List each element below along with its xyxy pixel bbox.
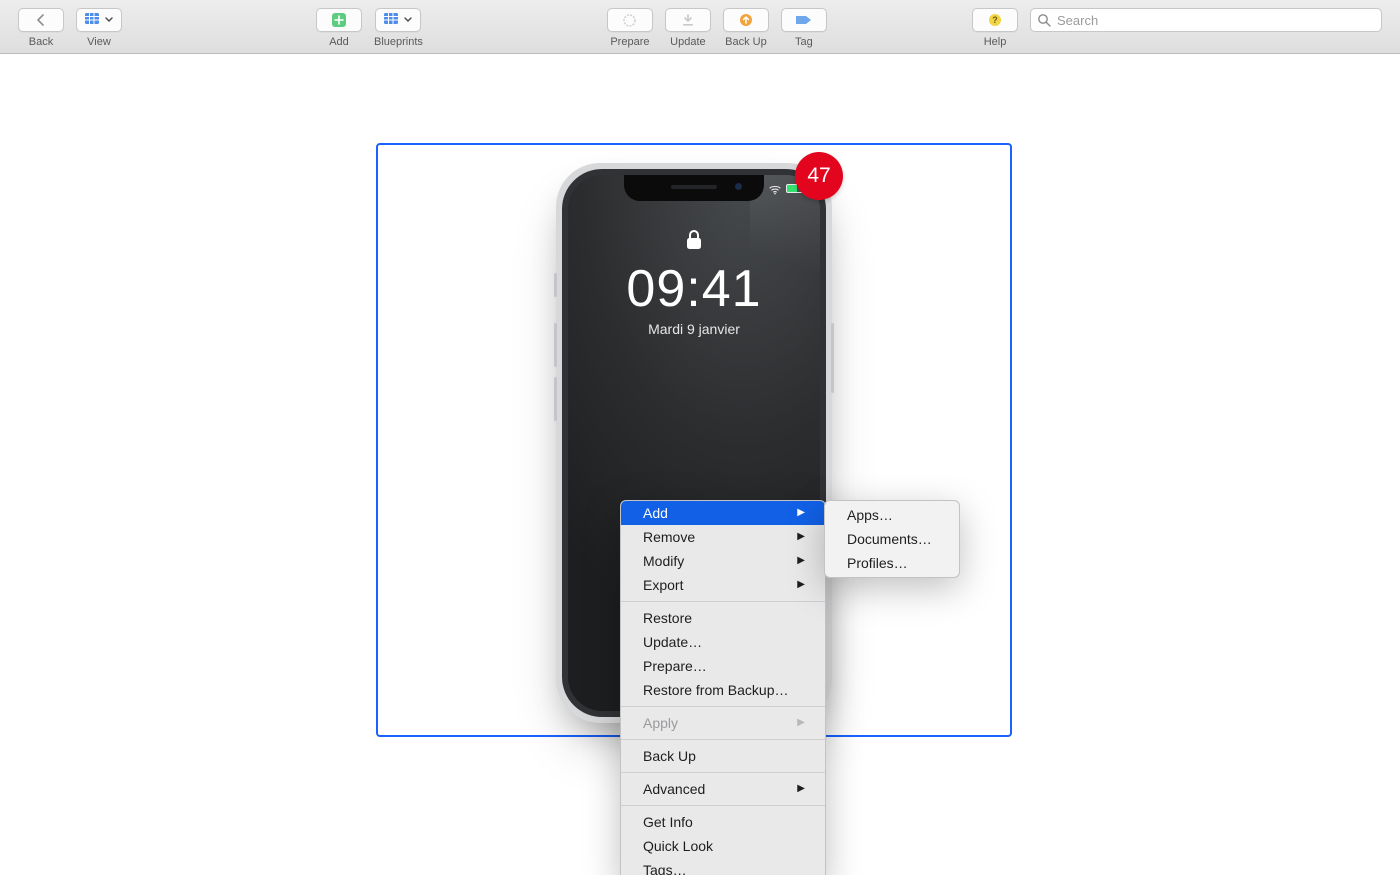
wifi-icon — [769, 183, 781, 193]
menu-item-label: Restore from Backup… — [643, 681, 789, 699]
tag-button[interactable] — [781, 8, 827, 32]
toolbar-view-group: View — [76, 8, 122, 48]
submenu-item-documents[interactable]: Documents… — [825, 527, 959, 551]
toolbar-add-group: Add — [316, 8, 362, 48]
menu-item-restore[interactable]: Restore — [621, 606, 825, 630]
menu-item-label: Advanced — [643, 780, 705, 798]
submenu-item-apps[interactable]: Apps… — [825, 503, 959, 527]
menu-separator — [621, 706, 825, 707]
menu-separator — [621, 739, 825, 740]
menu-item-label: Modify — [643, 552, 684, 570]
toolbar-prepare-group: Prepare — [607, 8, 653, 48]
menu-separator — [621, 805, 825, 806]
back-label: Back — [29, 36, 53, 48]
blueprint-icon — [384, 13, 400, 27]
device-badge: 47 — [795, 152, 843, 200]
backup-label: Back Up — [725, 36, 767, 48]
help-icon: ? — [988, 13, 1002, 27]
submenu-arrow-icon: ▶ — [797, 552, 805, 570]
search-icon — [1037, 13, 1051, 27]
tag-icon — [795, 14, 813, 26]
update-button[interactable] — [665, 8, 711, 32]
back-button[interactable] — [18, 8, 64, 32]
menu-item-quick-look[interactable]: Quick Look — [621, 834, 825, 858]
toolbar-search-group — [1030, 8, 1382, 32]
context-submenu: Apps… Documents… Profiles… — [824, 500, 960, 578]
toolbar: Back View — [0, 0, 1400, 54]
lock-icon — [685, 229, 703, 254]
toolbar-back-group: Back — [18, 8, 64, 48]
gear-ring-icon — [622, 13, 637, 28]
menu-item-update[interactable]: Update… — [621, 630, 825, 654]
submenu-arrow-icon: ▶ — [797, 780, 805, 798]
menu-item-label: Remove — [643, 528, 695, 546]
menu-item-get-info[interactable]: Get Info — [621, 810, 825, 834]
menu-item-modify[interactable]: Modify ▶ — [621, 549, 825, 573]
menu-item-label: Profiles… — [847, 554, 908, 572]
arrow-up-circle-icon — [739, 13, 753, 27]
menu-item-restore-from-backup[interactable]: Restore from Backup… — [621, 678, 825, 702]
menu-item-label: Quick Look — [643, 837, 713, 855]
backup-button[interactable] — [723, 8, 769, 32]
prepare-button[interactable] — [607, 8, 653, 32]
toolbar-tag-group: Tag — [781, 8, 827, 48]
toolbar-update-group: Update — [665, 8, 711, 48]
menu-item-label: Apply — [643, 714, 678, 732]
submenu-arrow-icon: ▶ — [797, 576, 805, 594]
menu-item-label: Add — [643, 504, 668, 522]
tag-label: Tag — [795, 36, 813, 48]
context-menu: Add ▶ Remove ▶ Modify ▶ Export ▶ Restore… — [620, 500, 826, 875]
add-button[interactable] — [316, 8, 362, 32]
svg-text:?: ? — [992, 15, 998, 25]
help-label: Help — [984, 36, 1007, 48]
toolbar-backup-group: Back Up — [723, 8, 769, 48]
menu-item-prepare[interactable]: Prepare… — [621, 654, 825, 678]
submenu-arrow-icon: ▶ — [797, 528, 805, 546]
menu-item-back-up[interactable]: Back Up — [621, 744, 825, 768]
menu-item-label: Apps… — [847, 506, 893, 524]
submenu-arrow-icon: ▶ — [797, 714, 805, 732]
help-button[interactable]: ? — [972, 8, 1018, 32]
phone-time: 09:41 — [568, 259, 820, 319]
device-canvas: 09:41 Mardi 9 janvier 47 Add ▶ Remove ▶ … — [0, 54, 1400, 875]
view-label: View — [87, 36, 111, 48]
blueprints-button[interactable] — [375, 8, 421, 32]
menu-item-label: Documents… — [847, 530, 932, 548]
submenu-item-profiles[interactable]: Profiles… — [825, 551, 959, 575]
grid-icon — [85, 13, 101, 27]
menu-item-label: Prepare… — [643, 657, 707, 675]
chevron-down-icon — [105, 17, 113, 23]
search-input[interactable] — [1030, 8, 1382, 32]
submenu-arrow-icon: ▶ — [797, 504, 805, 522]
chevron-down-icon — [404, 17, 412, 23]
phone-date: Mardi 9 janvier — [568, 321, 820, 337]
plus-icon — [332, 13, 346, 27]
menu-separator — [621, 772, 825, 773]
download-icon — [681, 13, 695, 27]
menu-item-advanced[interactable]: Advanced ▶ — [621, 777, 825, 801]
menu-separator — [621, 601, 825, 602]
toolbar-help-group: ? Help — [972, 8, 1018, 48]
menu-item-label: Get Info — [643, 813, 693, 831]
menu-item-add[interactable]: Add ▶ — [621, 501, 825, 525]
menu-item-label: Back Up — [643, 747, 696, 765]
menu-item-remove[interactable]: Remove ▶ — [621, 525, 825, 549]
menu-item-label: Export — [643, 576, 683, 594]
add-label: Add — [329, 36, 349, 48]
update-label: Update — [670, 36, 705, 48]
phone-notch — [624, 175, 764, 201]
blueprints-label: Blueprints — [374, 36, 423, 48]
toolbar-blueprints-group: Blueprints — [374, 8, 423, 48]
menu-item-label: Tags… — [643, 861, 687, 875]
menu-item-label: Update… — [643, 633, 702, 651]
menu-item-export[interactable]: Export ▶ — [621, 573, 825, 597]
menu-item-tags[interactable]: Tags… — [621, 858, 825, 875]
view-button[interactable] — [76, 8, 122, 32]
menu-item-apply: Apply ▶ — [621, 711, 825, 735]
chevron-left-icon — [36, 14, 46, 26]
prepare-label: Prepare — [610, 36, 649, 48]
menu-item-label: Restore — [643, 609, 692, 627]
